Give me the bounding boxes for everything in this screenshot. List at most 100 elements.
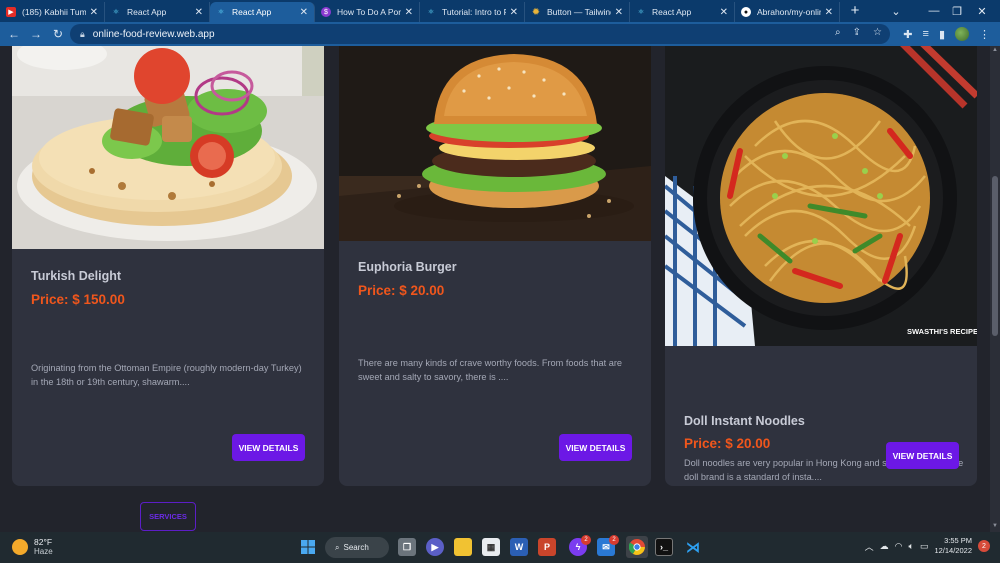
- volume-icon[interactable]: 🔈︎: [909, 541, 914, 552]
- watermark-text: SWASTHI'S RECIPES: [907, 327, 977, 336]
- scrollbar-thumb[interactable]: [992, 176, 998, 336]
- dollar-icon: $: [321, 7, 331, 17]
- close-window-button[interactable]: ✕: [964, 0, 1000, 22]
- tab-title: React App: [127, 7, 167, 17]
- vscode-icon[interactable]: ⋊: [684, 538, 702, 556]
- food-description: There are many kinds of crave worthy foo…: [358, 358, 623, 382]
- weather-widget[interactable]: 82°F Haze: [12, 537, 53, 557]
- food-title: Turkish Delight: [31, 269, 122, 283]
- terminal-icon[interactable]: ›_: [655, 538, 673, 556]
- food-title: Doll Instant Noodles: [684, 414, 805, 428]
- page-scrollbar[interactable]: ▲ ▼: [990, 46, 1000, 532]
- wifi-icon[interactable]: ◠: [895, 541, 903, 552]
- new-tab-button[interactable]: +: [844, 2, 866, 22]
- food-price: Price: $ 20.00: [684, 436, 771, 451]
- scroll-up-icon[interactable]: ▲: [991, 47, 999, 55]
- media-control-icon[interactable]: ≡: [923, 28, 929, 40]
- food-description: Originating from the Ottoman Empire (rou…: [31, 363, 302, 387]
- browser-tab[interactable]: ✹ Button — Tailwind ✕: [525, 2, 630, 22]
- microsoft-store-icon[interactable]: ▦: [482, 538, 500, 556]
- food-card: Turkish Delight Price: $ 150.00 Originat…: [12, 46, 324, 486]
- taskbar-search[interactable]: ⌕ Search: [325, 537, 389, 558]
- close-tab-icon[interactable]: ✕: [615, 7, 623, 18]
- view-details-button[interactable]: VIEW DETAILS: [559, 434, 632, 461]
- close-tab-icon[interactable]: ✕: [90, 7, 98, 18]
- react-icon: ⚛: [217, 9, 225, 16]
- services-button[interactable]: SERVICES: [140, 502, 196, 531]
- view-details-button[interactable]: VIEW DETAILS: [886, 442, 959, 469]
- close-tab-icon[interactable]: ✕: [405, 7, 413, 18]
- search-label: Search: [343, 543, 369, 552]
- scroll-down-icon[interactable]: ▼: [991, 523, 999, 531]
- url-text[interactable]: online-food-review.web.app: [93, 29, 215, 40]
- teams-chat-icon[interactable]: ▶: [426, 538, 444, 556]
- browser-tab-active[interactable]: ⚛ React App ✕: [210, 2, 315, 22]
- close-tab-icon[interactable]: ✕: [825, 7, 833, 18]
- food-image-shawarma: [12, 46, 324, 249]
- food-price: Price: $ 20.00: [358, 283, 445, 298]
- food-card: Euphoria Burger Price: $ 20.00 There are…: [339, 46, 651, 486]
- browser-tab[interactable]: ● Abrahon/my-onlin ✕: [735, 2, 840, 22]
- browser-tab-strip: ▶ (185) Kabhii Tumh ✕ ⚛ React App ✕ ⚛ Re…: [0, 0, 1000, 22]
- lock-icon[interactable]: 🔒︎: [80, 29, 85, 40]
- zoom-icon[interactable]: ⌕: [835, 27, 841, 38]
- sun-icon: ✹: [531, 6, 541, 18]
- more-menu-icon[interactable]: ⋮: [979, 28, 990, 41]
- browser-tab[interactable]: ⚛ React App ✕: [630, 2, 735, 22]
- mail-badge: 2: [609, 535, 619, 545]
- chrome-icon-active[interactable]: [626, 536, 648, 558]
- close-tab-icon[interactable]: ✕: [300, 7, 308, 18]
- food-card: SWASTHI'S RECIPES Doll Instant Noodles P…: [665, 46, 977, 486]
- weather-temperature: 82°F: [34, 537, 53, 547]
- windows-taskbar: 82°F Haze ⌕ Search ❐ ▶ ▦ W P ϟ2 ✉ 2 ›_ ⋊ …: [0, 532, 1000, 563]
- file-explorer-icon[interactable]: [454, 538, 472, 556]
- tab-title: (185) Kabhii Tumh: [22, 7, 86, 17]
- browser-toolbar: ← → ↻ 🔒︎ online-food-review.web.app ⌕ ⇪ …: [0, 22, 1000, 46]
- forward-arrow-icon[interactable]: →: [25, 27, 47, 41]
- reload-icon[interactable]: ↻: [47, 27, 69, 41]
- clock-time: 3:55 PM: [944, 536, 972, 545]
- close-tab-icon[interactable]: ✕: [510, 7, 518, 18]
- close-tab-icon[interactable]: ✕: [720, 7, 728, 18]
- address-bar[interactable]: 🔒︎ online-food-review.web.app ⌕ ⇪ ☆: [70, 24, 890, 44]
- food-price: Price: $ 150.00: [31, 292, 125, 307]
- windows-start-icon[interactable]: [299, 538, 317, 556]
- close-tab-icon[interactable]: ✕: [195, 7, 203, 18]
- back-arrow-icon[interactable]: ←: [3, 27, 25, 41]
- github-icon: ●: [741, 7, 751, 17]
- onedrive-icon[interactable]: ☁: [880, 541, 889, 552]
- react-icon: ⚛: [427, 9, 435, 16]
- browser-tab[interactable]: $ How To Do A Por ✕: [315, 2, 420, 22]
- mail-icon[interactable]: ✉ 2: [597, 535, 619, 556]
- food-title: Euphoria Burger: [358, 260, 457, 274]
- browser-tab[interactable]: ⚛ React App ✕: [105, 2, 210, 22]
- messenger-icon[interactable]: ϟ2: [569, 535, 591, 556]
- bookmark-star-icon[interactable]: ☆: [873, 27, 882, 38]
- web-page: Turkish Delight Price: $ 150.00 Originat…: [0, 46, 1000, 532]
- tab-title: Abrahon/my-onlin: [757, 7, 821, 17]
- system-tray: ︿ ☁ ◠ 🔈︎ ▭ 3:55 PM 12/14/2022 2: [865, 536, 990, 556]
- react-icon: ⚛: [637, 9, 645, 16]
- extensions-puzzle-icon[interactable]: ✚: [903, 28, 912, 41]
- food-image-burger: [339, 46, 651, 241]
- browser-tab[interactable]: ▶ (185) Kabhii Tumh ✕: [0, 2, 105, 22]
- task-view-icon[interactable]: ❐: [398, 538, 416, 556]
- profile-avatar[interactable]: [955, 27, 969, 41]
- search-icon: ⌕: [335, 542, 340, 552]
- tab-search-chevron-icon[interactable]: ⌄: [878, 0, 914, 22]
- messenger-badge: 2: [581, 535, 591, 545]
- tray-chevron-up-icon[interactable]: ︿: [865, 540, 874, 553]
- notification-badge[interactable]: 2: [978, 540, 990, 552]
- tab-title: Tutorial: Intro to R: [442, 7, 506, 17]
- view-details-button[interactable]: VIEW DETAILS: [232, 434, 305, 461]
- tab-title: React App: [232, 7, 272, 17]
- share-icon[interactable]: ⇪: [853, 27, 861, 38]
- powerpoint-icon[interactable]: P: [538, 538, 556, 556]
- word-icon[interactable]: W: [510, 538, 528, 556]
- side-panel-icon[interactable]: ▮: [939, 28, 945, 41]
- battery-icon[interactable]: ▭: [920, 541, 929, 552]
- browser-tab[interactable]: ⚛ Tutorial: Intro to R ✕: [420, 2, 525, 22]
- food-image-noodles: SWASTHI'S RECIPES: [665, 46, 977, 346]
- tab-title: How To Do A Por: [337, 7, 401, 17]
- clock[interactable]: 3:55 PM 12/14/2022: [934, 536, 972, 556]
